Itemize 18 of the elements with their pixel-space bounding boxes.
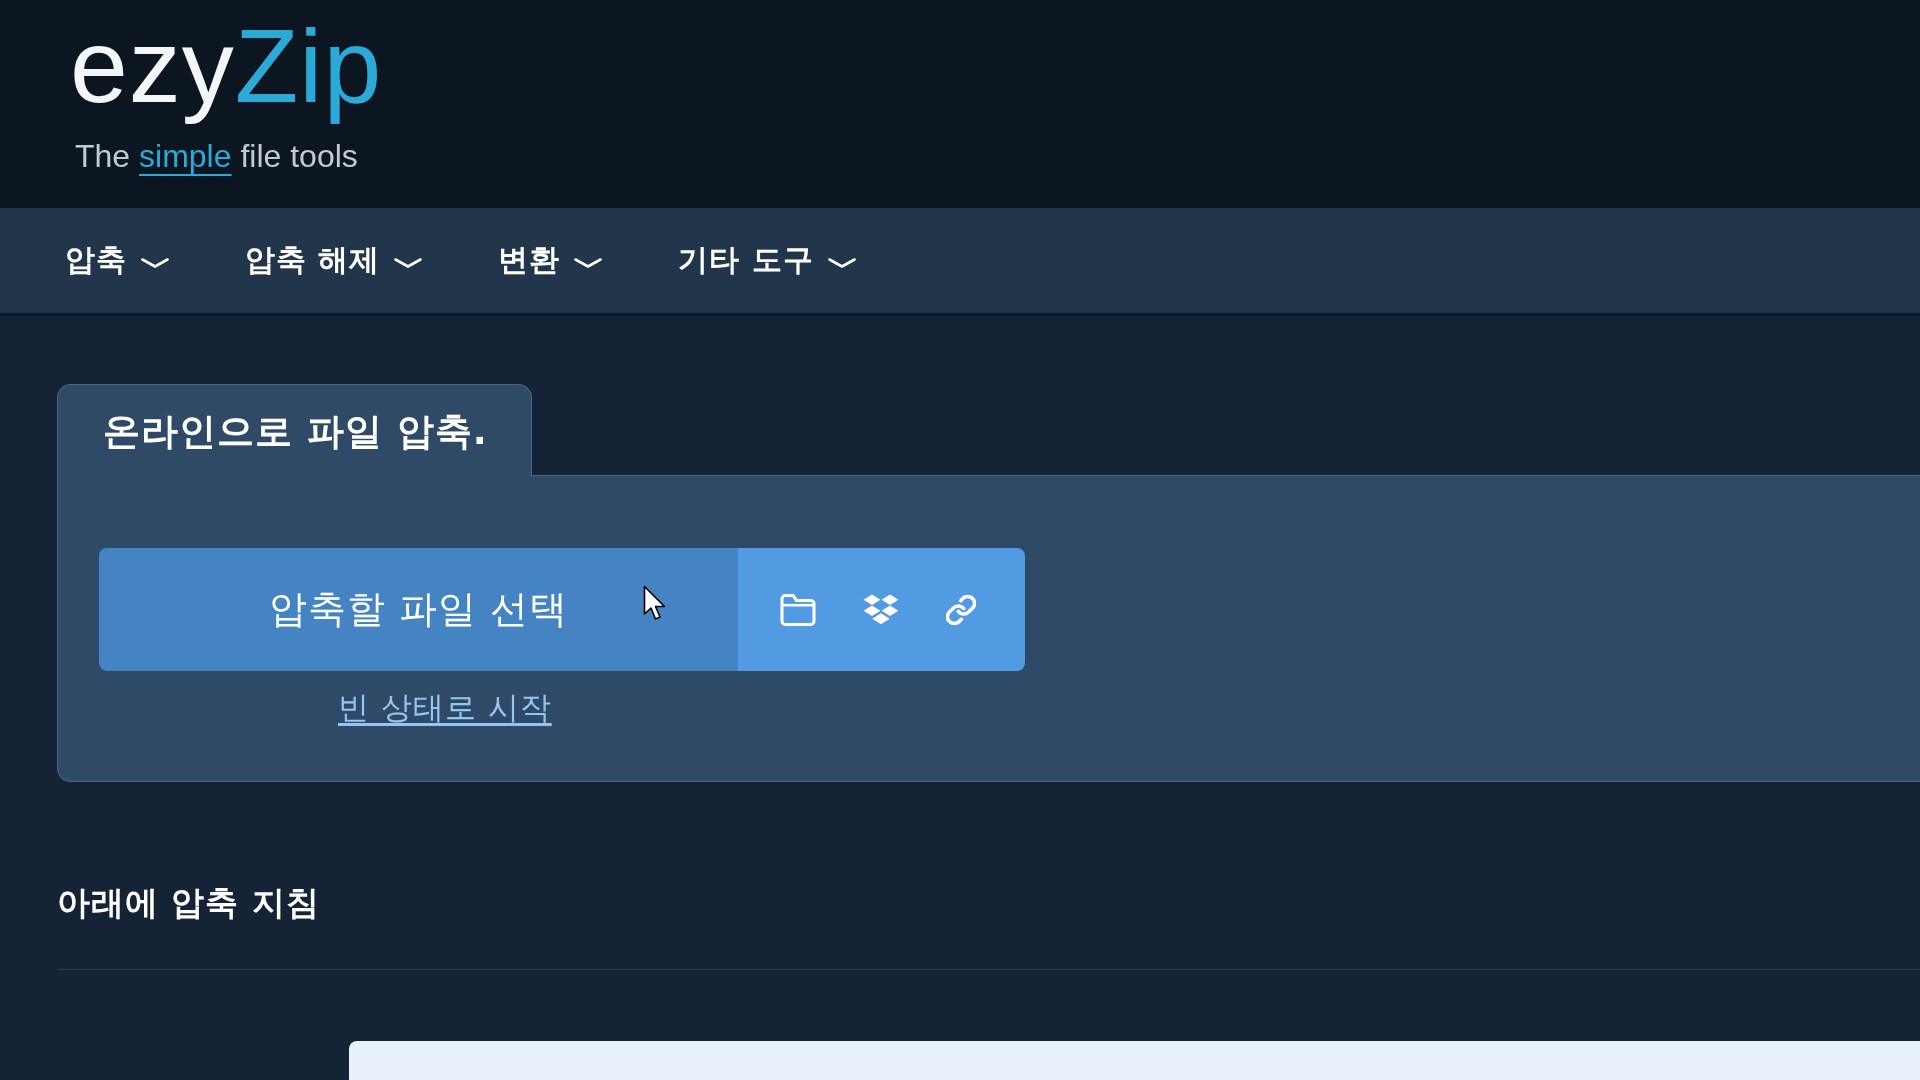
start-empty-link[interactable]: 빈 상태로 시작 <box>338 688 552 726</box>
card-title: 온라인으로 파일 압축. <box>103 408 488 455</box>
nav-menu-button[interactable]: 압축 <box>62 236 172 285</box>
chevron-down-icon <box>827 257 856 268</box>
folder-icon[interactable] <box>780 593 816 626</box>
nav-menu-button[interactable]: 변환 <box>495 236 606 285</box>
link-icon[interactable] <box>946 594 976 625</box>
mouse-pointer-icon <box>643 585 667 622</box>
nav-menu-button[interactable]: 압축 해제 <box>242 236 426 285</box>
section-heading: 아래에 압축 지침 <box>57 882 320 924</box>
chevron-down-icon <box>141 257 169 268</box>
chevron-down-icon <box>574 257 603 268</box>
logo-tagline: The simple file tools <box>75 136 359 176</box>
chevron-down-icon <box>394 257 423 268</box>
choose-files-button[interactable]: 압축할 파일 선택 <box>99 548 738 671</box>
nav-menu-button[interactable]: 기타 도구 <box>675 236 859 285</box>
logo-wordmark[interactable]: ezyZip <box>70 4 383 129</box>
diamonds-icon[interactable] <box>863 594 899 625</box>
